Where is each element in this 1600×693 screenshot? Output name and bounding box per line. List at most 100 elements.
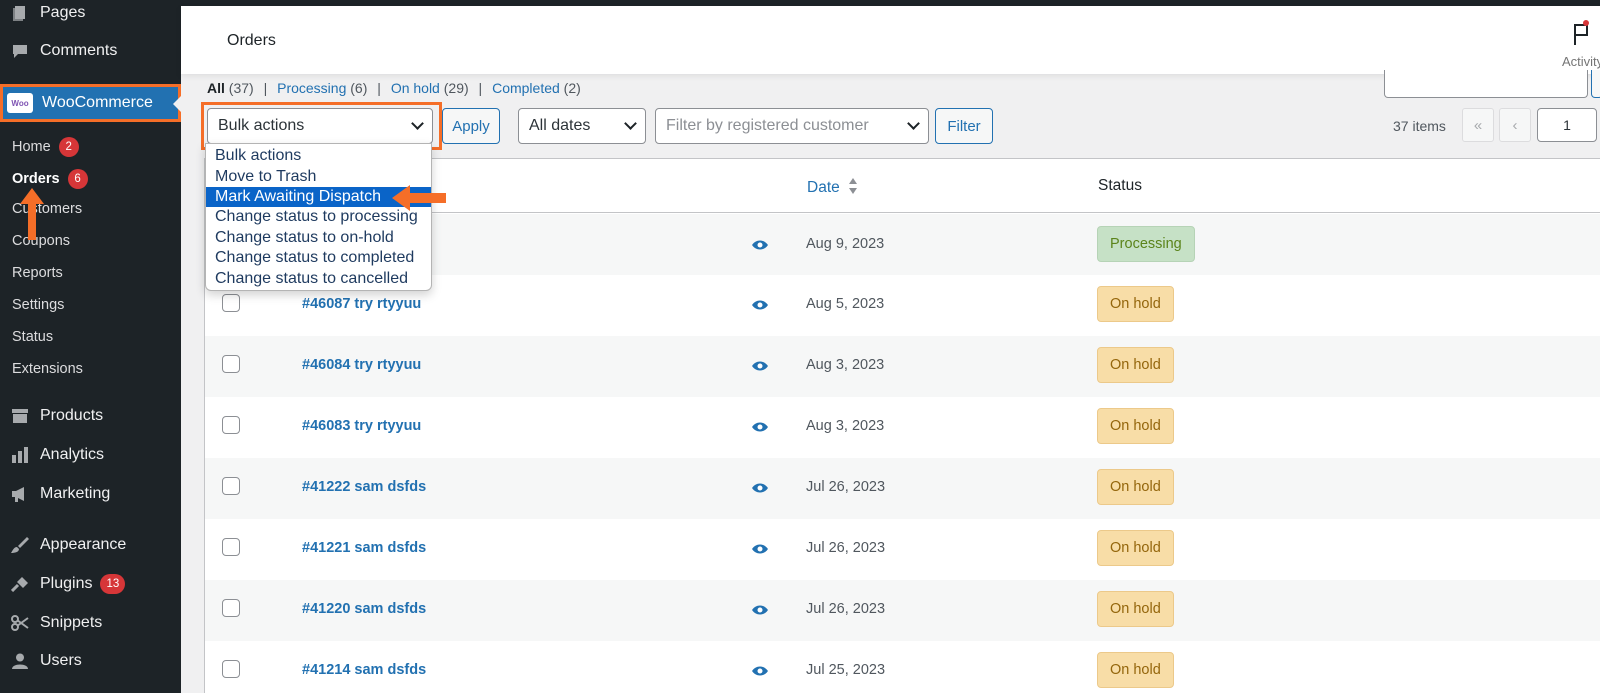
- sidebar-item-label: Users: [40, 652, 82, 669]
- order-link[interactable]: #46083 try rtyyuu: [302, 418, 421, 434]
- notification-badge: 6: [67, 169, 88, 189]
- sidebar-item-pages[interactable]: Pages: [0, 2, 181, 24]
- current-page-input[interactable]: 1: [1537, 108, 1597, 142]
- order-date: Jul 25, 2023: [806, 662, 886, 678]
- bulk-actions-value: Bulk actions: [218, 117, 305, 134]
- submenu-label: Status: [12, 329, 54, 345]
- filter-completed[interactable]: Completed: [492, 80, 560, 96]
- submenu-label: Orders: [12, 171, 60, 187]
- order-link[interactable]: #41220 sam dsfds: [302, 601, 426, 617]
- submenu-label: Extensions: [12, 361, 83, 377]
- order-date: Aug 9, 2023: [806, 236, 885, 252]
- chevron-down-icon: [411, 117, 424, 130]
- filter-button[interactable]: Filter: [935, 108, 993, 144]
- sidebar-item-label: Snippets: [40, 614, 103, 631]
- bulk-actions-select[interactable]: Bulk actions: [207, 108, 433, 144]
- sidebar-item-appearance[interactable]: Appearance: [0, 534, 181, 556]
- filter-processing[interactable]: Processing: [277, 80, 346, 96]
- eye-icon[interactable]: [752, 240, 768, 250]
- eye-icon[interactable]: [752, 361, 768, 371]
- search-orders-button[interactable]: [1591, 70, 1600, 98]
- bulk-option-bulk-actions[interactable]: Bulk actions: [206, 146, 431, 166]
- sidebar-item-plugins[interactable]: Plugins 13: [0, 573, 181, 595]
- sidebar-item-woocommerce[interactable]: Woo WooCommerce: [0, 84, 181, 122]
- row-checkbox[interactable]: [222, 355, 240, 373]
- submenu-item-status[interactable]: Status: [12, 329, 53, 345]
- sidebar-item-label: Marketing: [40, 485, 111, 502]
- row-checkbox[interactable]: [222, 660, 240, 678]
- user-icon: [10, 652, 30, 670]
- marketing-icon: [10, 485, 30, 503]
- submenu-item-home[interactable]: Home 2: [12, 137, 79, 157]
- sidebar-item-label: Analytics: [40, 446, 105, 463]
- order-link[interactable]: #41221 sam dsfds: [302, 540, 426, 556]
- dates-select[interactable]: All dates: [518, 108, 646, 144]
- order-link[interactable]: #46087 try rtyyuu: [302, 296, 421, 312]
- sidebar-item-products[interactable]: Products: [0, 405, 181, 427]
- eye-icon[interactable]: [752, 544, 768, 554]
- submenu-item-settings[interactable]: Settings: [12, 297, 64, 313]
- table-row[interactable]: #41222 sam dsfds Jul 26, 2023 On hold: [205, 458, 1600, 519]
- prev-page-button[interactable]: ‹: [1499, 108, 1531, 142]
- apply-button[interactable]: Apply: [442, 108, 500, 144]
- first-page-button[interactable]: «: [1462, 108, 1494, 142]
- table-row[interactable]: #46083 try rtyyuu Aug 3, 2023 On hold: [205, 397, 1600, 458]
- sidebar-item-label: Products: [40, 407, 104, 424]
- sidebar-item-marketing[interactable]: Marketing: [0, 483, 181, 505]
- table-row[interactable]: #41221 sam dsfds Jul 26, 2023 On hold: [205, 519, 1600, 580]
- sidebar-item-analytics[interactable]: Analytics: [0, 444, 181, 466]
- row-checkbox[interactable]: [222, 538, 240, 556]
- bulk-option-cancelled[interactable]: Change status to cancelled: [206, 268, 431, 288]
- column-date[interactable]: Date: [807, 177, 858, 197]
- notification-badge: 13: [100, 574, 126, 594]
- chevron-down-icon: [624, 117, 637, 130]
- sidebar-item-snippets[interactable]: Snippets: [0, 612, 181, 634]
- sidebar-item-comments[interactable]: Comments: [0, 40, 181, 62]
- order-date: Aug 3, 2023: [806, 418, 885, 434]
- separator: |: [263, 80, 268, 96]
- eye-icon[interactable]: [752, 300, 768, 310]
- row-checkbox[interactable]: [222, 416, 240, 434]
- filter-count: (6): [350, 80, 368, 96]
- row-checkbox[interactable]: [222, 477, 240, 495]
- table-row[interactable]: #41220 sam dsfds Jul 26, 2023 On hold: [205, 580, 1600, 641]
- sidebar-item-label: WooCommerce: [42, 94, 153, 111]
- scissors-icon: [10, 614, 30, 632]
- active-caret-icon: [173, 96, 181, 112]
- order-date: Jul 26, 2023: [806, 601, 886, 617]
- eye-icon[interactable]: [752, 483, 768, 493]
- chevron-down-icon: [907, 117, 920, 130]
- bulk-option-move-to-trash[interactable]: Move to Trash: [206, 166, 431, 186]
- order-date: Aug 5, 2023: [806, 296, 885, 312]
- order-date: Jul 26, 2023: [806, 540, 886, 556]
- submenu-item-reports[interactable]: Reports: [12, 265, 63, 281]
- flag-icon: [1574, 24, 1588, 45]
- eye-icon[interactable]: [752, 605, 768, 615]
- submenu-item-extensions[interactable]: Extensions: [12, 361, 83, 377]
- filter-all[interactable]: All: [207, 80, 225, 96]
- status-filter-links: All (37) | Processing (6) | On hold (29)…: [207, 80, 581, 96]
- activity-button[interactable]: Activity: [1560, 16, 1600, 76]
- status-badge: Processing: [1097, 226, 1195, 262]
- table-row[interactable]: #46084 try rtyyuu Aug 3, 2023 On hold: [205, 336, 1600, 397]
- status-badge: On hold: [1097, 530, 1174, 566]
- row-checkbox[interactable]: [222, 294, 240, 312]
- search-orders-input[interactable]: [1384, 70, 1588, 98]
- table-row[interactable]: #41214 sam dsfds Jul 25, 2023 On hold: [205, 641, 1600, 693]
- sidebar-item-users[interactable]: Users: [0, 650, 181, 672]
- filter-count: (2): [563, 80, 581, 96]
- annotation-arrow-left-icon: [392, 185, 446, 211]
- order-link[interactable]: #41222 sam dsfds: [302, 479, 426, 495]
- eye-icon[interactable]: [752, 422, 768, 432]
- row-checkbox[interactable]: [222, 599, 240, 617]
- products-icon: [10, 407, 30, 425]
- eye-icon[interactable]: [752, 666, 768, 676]
- bulk-option-on-hold[interactable]: Change status to on-hold: [206, 228, 431, 248]
- pages-icon: [10, 4, 30, 22]
- order-link[interactable]: #46084 try rtyyuu: [302, 357, 421, 373]
- submenu-item-orders[interactable]: Orders 6: [12, 169, 88, 189]
- customer-filter-select[interactable]: Filter by registered customer: [655, 108, 929, 144]
- bulk-option-completed[interactable]: Change status to completed: [206, 248, 431, 268]
- order-link[interactable]: #41214 sam dsfds: [302, 662, 426, 678]
- filter-on-hold[interactable]: On hold: [391, 80, 440, 96]
